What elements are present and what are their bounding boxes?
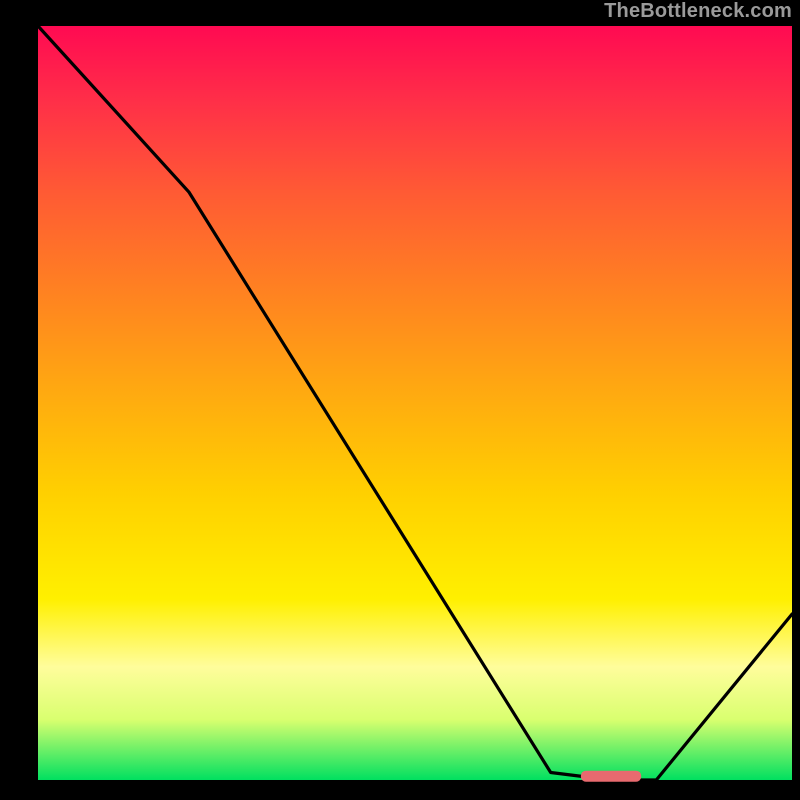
bottleneck-curve bbox=[38, 26, 792, 780]
optimum-marker bbox=[581, 771, 641, 782]
chart-overlay bbox=[0, 0, 800, 800]
chart-stage: TheBottleneck.com bbox=[0, 0, 800, 800]
